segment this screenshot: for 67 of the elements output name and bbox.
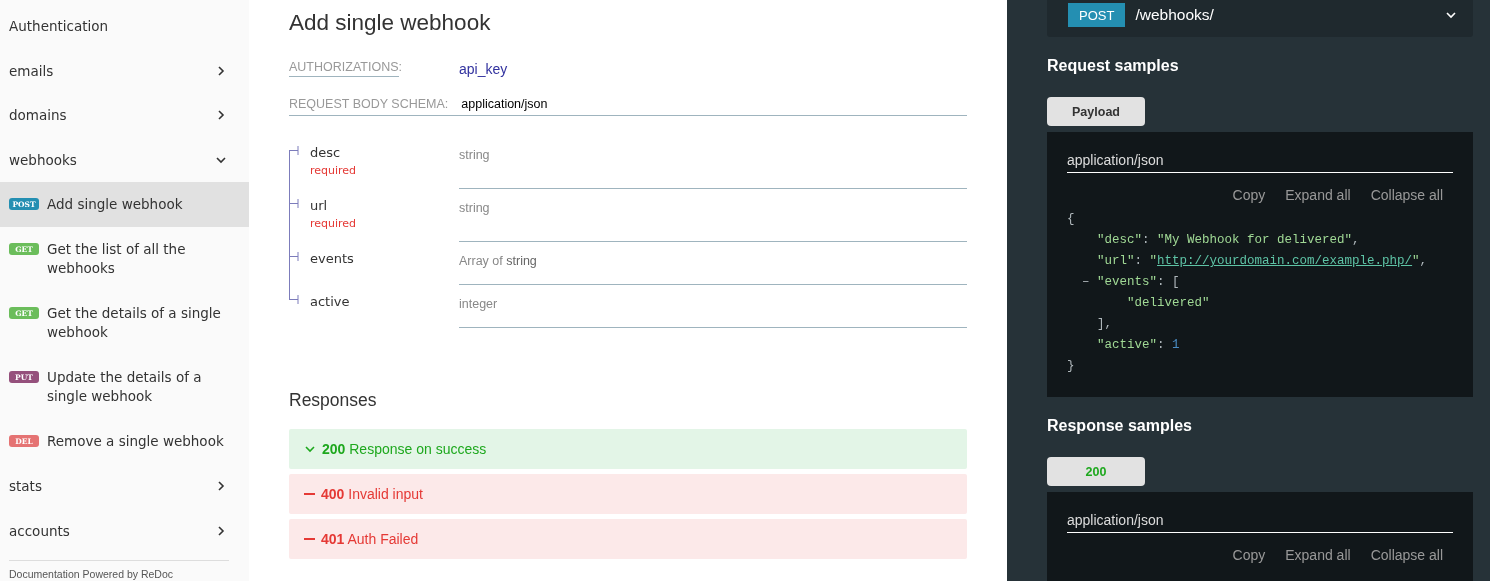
code-action-button[interactable]: Collapse all [1370, 547, 1443, 563]
response-text: 401 Auth Failed [321, 531, 419, 547]
content-type-label: application/json [1067, 152, 1453, 173]
sidebar-group[interactable]: emails [0, 48, 249, 93]
schema-label: REQUEST BODY SCHEMA: [289, 97, 449, 111]
code-action-button[interactable]: Copy [1232, 547, 1266, 563]
field-type: Array of string [459, 242, 967, 285]
sidebar-item[interactable]: Authentication [0, 4, 249, 49]
operation-title: Add single webhook [289, 10, 492, 36]
field-type: string [459, 189, 967, 242]
samples-title: Response samples [1047, 417, 1193, 435]
code-line: "desc": "My Webhook for delivered", [1096, 232, 1361, 249]
responses-title: Responses [289, 390, 378, 411]
authorizations-label: AUTHORIZATIONS: [289, 60, 399, 77]
response-row[interactable]: 400 Invalid input [289, 474, 967, 514]
chevron-right-icon [215, 64, 227, 77]
operation-label: Get the details of a single webhook [47, 304, 222, 342]
chevron-right-icon [215, 109, 227, 122]
schema-value: application/json [461, 97, 548, 111]
sample-tab[interactable]: Payload [1047, 97, 1145, 126]
code-line: "active": 1 [1096, 337, 1181, 354]
authorization-value[interactable]: api_key [459, 60, 508, 77]
field-name: url [310, 198, 329, 213]
code-line: { [1067, 211, 1076, 228]
sidebar-group[interactable]: stats [0, 464, 249, 509]
dash-icon [304, 493, 315, 495]
chevron-right-icon [215, 480, 227, 493]
field-type: string [459, 136, 967, 189]
response-text: 200 Response on success [322, 441, 487, 457]
field-name: desc [310, 145, 342, 160]
code-action-button[interactable]: Expand all [1285, 187, 1351, 203]
code-line: ], [1096, 316, 1113, 333]
code-line: "url": "http://yourdomain.com/example.php/", [1096, 253, 1429, 270]
operation-label: Add single webhook [47, 195, 183, 214]
code-line: "delivered" [1126, 295, 1211, 312]
endpoint-bar[interactable]: POST /webhooks/ [1047, 0, 1473, 37]
response-text: 400 Invalid input [321, 486, 423, 502]
code-action-button[interactable]: Collapse all [1370, 187, 1443, 203]
method-badge: POST [1068, 2, 1126, 27]
group-label: domains [9, 107, 67, 124]
operation-label: Remove a single webhook [47, 432, 224, 451]
endpoint-path: /webhooks/ [1135, 5, 1215, 24]
group-label: emails [9, 62, 54, 79]
group-label: webhooks [9, 151, 77, 168]
group-label: stats [9, 478, 42, 495]
sidebar-group[interactable]: accounts [0, 508, 249, 553]
code-line: } [1067, 358, 1076, 375]
chevron-right-icon [215, 524, 227, 537]
chevron-down-icon [304, 443, 316, 455]
code-action-button[interactable]: Expand all [1285, 547, 1351, 563]
operation-label: Update the details of a single webhook [47, 368, 203, 406]
field-name: active [310, 294, 351, 309]
sidebar-group[interactable]: domains [0, 93, 249, 138]
field-name: events [310, 251, 355, 266]
operation-label: Get the list of all the webhooks [47, 240, 187, 278]
samples-title: Request samples [1047, 57, 1180, 75]
dash-icon [304, 538, 315, 540]
required-label: required [310, 164, 358, 177]
required-label: required [310, 217, 358, 230]
footer-text: Documentation Powered by ReDoc [9, 560, 229, 580]
group-label: accounts [9, 522, 70, 539]
code-line: – "events": [ [1081, 274, 1181, 291]
sidebar-group[interactable]: webhooks [0, 137, 249, 182]
code-action-button[interactable]: Copy [1232, 187, 1266, 203]
field-type: integer [459, 285, 967, 328]
content-type-label: application/json [1067, 512, 1453, 533]
response-row[interactable]: 401 Auth Failed [289, 519, 967, 559]
